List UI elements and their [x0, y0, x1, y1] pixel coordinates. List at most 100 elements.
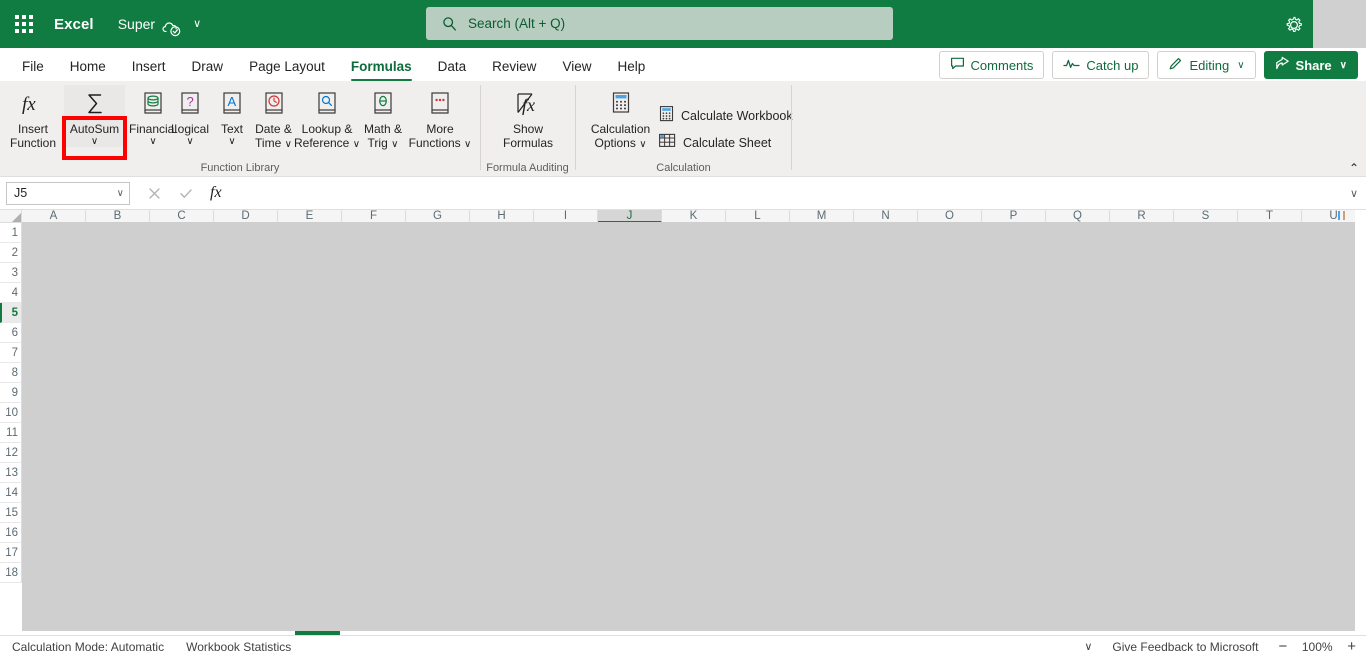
share-label: Share	[1295, 57, 1332, 73]
row-header-1[interactable]: 1	[0, 223, 22, 243]
tab-data[interactable]: Data	[425, 59, 480, 81]
ribbon-actions: Comments Catch up Editing ∨ Share ∨	[938, 51, 1358, 79]
check-icon[interactable]	[178, 185, 194, 201]
tab-help[interactable]: Help	[604, 59, 658, 81]
search-placeholder: Search (Alt + Q)	[468, 16, 566, 31]
active-sheet-tab-indicator[interactable]	[295, 631, 340, 635]
zoom-in-button[interactable]: +	[1347, 639, 1356, 654]
math-trig-chevron-down-icon[interactable]: ∨	[391, 139, 398, 150]
tab-insert[interactable]: Insert	[119, 59, 179, 81]
row-header-4[interactable]: 4	[0, 283, 22, 303]
share-button[interactable]: Share ∨	[1263, 51, 1358, 79]
lookup-reference-button[interactable]: Lookup & Reference ∨	[294, 85, 360, 152]
text-chevron-down-icon[interactable]: ∨	[228, 136, 235, 147]
search-input[interactable]: Search (Alt + Q)	[426, 7, 893, 40]
row-header-6[interactable]: 6	[0, 323, 22, 343]
tab-file[interactable]: File	[9, 59, 57, 81]
calculation-options-chevron-down-icon[interactable]: ∨	[639, 139, 646, 150]
row-header-15[interactable]: 15	[0, 503, 22, 523]
calculation-mode-status[interactable]: Calculation Mode: Automatic	[12, 640, 164, 654]
row-headers: 1 2 3 4 5 6 7 8 9 10 11 12 13 14 15 16 1…	[0, 223, 22, 583]
tab-home[interactable]: Home	[57, 59, 119, 81]
insert-function-button[interactable]: fx Insert Function	[6, 85, 60, 150]
calculate-workbook-button[interactable]: Calculate Workbook	[658, 105, 793, 127]
formula-bar: J5 ∨ fx ∨	[0, 177, 1366, 210]
autosum-chevron-down-icon[interactable]: ∨	[91, 136, 98, 147]
autosum-button[interactable]: AutoSum ∨	[64, 85, 125, 147]
logical-button[interactable]: ? Logical ∨	[165, 85, 215, 147]
show-formulas-icon: fx	[512, 89, 544, 119]
pencil-icon	[1168, 56, 1183, 74]
calculate-workbook-label: Calculate Workbook	[681, 109, 793, 123]
row-header-13[interactable]: 13	[0, 463, 22, 483]
row-header-2[interactable]: 2	[0, 243, 22, 263]
gear-icon[interactable]	[1281, 12, 1306, 37]
tab-review[interactable]: Review	[479, 59, 549, 81]
insert-function-fx-button[interactable]: fx	[210, 184, 222, 202]
financial-book-icon	[140, 89, 166, 119]
vertical-scrollbar[interactable]	[1338, 211, 1351, 220]
tab-formulas[interactable]: Formulas	[338, 59, 425, 81]
ribbon-collapse-chevron-up-icon[interactable]: ⌃	[1349, 162, 1359, 174]
comments-button[interactable]: Comments	[938, 51, 1045, 79]
financial-chevron-down-icon[interactable]: ∨	[149, 136, 156, 147]
file-name-label[interactable]: Super	[118, 16, 155, 32]
row-header-14[interactable]: 14	[0, 483, 22, 503]
row-header-17[interactable]: 17	[0, 543, 22, 563]
catch-up-button[interactable]: Catch up	[1052, 51, 1150, 79]
formula-auditing-group-label: Formula Auditing	[486, 162, 569, 174]
grid-content-area[interactable]	[22, 222, 1355, 630]
file-menu-chevron-down-icon[interactable]: ∨	[193, 17, 201, 30]
row-header-18[interactable]: 18	[0, 563, 22, 583]
zoom-level-label[interactable]: 100%	[1301, 640, 1333, 654]
svg-text:?: ?	[187, 94, 194, 109]
app-launcher-icon[interactable]	[0, 0, 48, 48]
cancel-x-icon[interactable]	[146, 185, 162, 201]
ribbon-group-formula-auditing: fx Show Formulas Formula Auditing	[481, 81, 574, 177]
calculation-options-button[interactable]: Calculation Options ∨	[583, 85, 658, 152]
row-header-7[interactable]: 7	[0, 343, 22, 363]
group-separator-3	[791, 85, 792, 170]
ribbon-tab-strip: File Home Insert Draw Page Layout Formul…	[0, 48, 1366, 81]
zoom-out-button[interactable]: −	[1278, 639, 1287, 654]
tab-view[interactable]: View	[549, 59, 604, 81]
formula-input[interactable]	[237, 182, 1350, 204]
waffle-grid	[15, 15, 33, 33]
row-header-11[interactable]: 11	[0, 423, 22, 443]
formula-bar-expand-chevron-down-icon[interactable]: ∨	[1350, 187, 1358, 200]
row-header-10[interactable]: 10	[0, 403, 22, 423]
fx-icon: fx	[18, 89, 48, 119]
editing-button[interactable]: Editing ∨	[1157, 51, 1256, 79]
insert-function-label: Insert Function	[9, 122, 57, 150]
row-header-9[interactable]: 9	[0, 383, 22, 403]
catch-up-label: Catch up	[1086, 57, 1139, 73]
select-all-corner[interactable]	[0, 210, 22, 223]
calculate-sheet-button[interactable]: Calculate Sheet	[658, 132, 771, 154]
give-feedback-link[interactable]: Give Feedback to Microsoft	[1112, 640, 1258, 654]
date-time-button[interactable]: Date & Time ∨	[249, 85, 298, 152]
row-header-12[interactable]: 12	[0, 443, 22, 463]
app-brand-label[interactable]: Excel	[54, 16, 94, 33]
text-book-icon: A	[219, 89, 245, 119]
status-bar-chevron-down-icon[interactable]: ∨	[1084, 640, 1092, 653]
tab-draw[interactable]: Draw	[179, 59, 237, 81]
date-time-chevron-down-icon[interactable]: ∨	[285, 139, 292, 150]
row-header-8[interactable]: 8	[0, 363, 22, 383]
more-functions-chevron-down-icon[interactable]: ∨	[464, 139, 471, 150]
sigma-icon	[80, 89, 110, 119]
logical-chevron-down-icon[interactable]: ∨	[186, 136, 193, 147]
tab-page-layout[interactable]: Page Layout	[236, 59, 338, 81]
zoom-control: − 100% +	[1278, 639, 1356, 654]
math-trig-button[interactable]: Math & Trig ∨	[358, 85, 408, 152]
show-formulas-button[interactable]: fx Show Formulas	[491, 85, 565, 150]
workbook-statistics-status[interactable]: Workbook Statistics	[186, 640, 291, 654]
name-box[interactable]: J5 ∨	[6, 181, 130, 205]
row-header-3[interactable]: 3	[0, 263, 22, 283]
text-button[interactable]: A Text ∨	[212, 85, 252, 147]
cloud-check-icon[interactable]	[162, 19, 181, 38]
ribbon-group-function-library: fx Insert Function AutoSum ∨ Financial ∨…	[0, 81, 480, 177]
more-functions-button[interactable]: More Functions ∨	[405, 85, 475, 152]
row-header-5[interactable]: 5	[0, 303, 22, 323]
text-label: Text	[220, 122, 243, 136]
row-header-16[interactable]: 16	[0, 523, 22, 543]
